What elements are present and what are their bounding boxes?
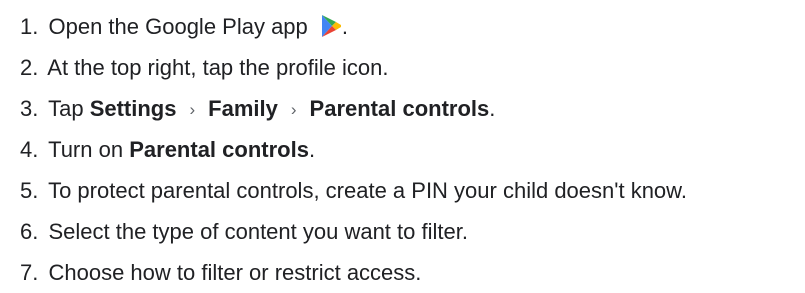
step-suffix: . [308,137,316,162]
step-number: 5. [20,178,39,203]
parental-controls-label: Parental controls [129,137,309,162]
step-text-end: . [341,14,349,39]
step-prefix: Turn on [48,137,124,162]
step-number: 1. [20,14,39,39]
parental-controls-path-item: Parental controls [309,96,490,121]
step-2: 2. At the top right, tap the profile ico… [20,47,805,88]
chevron-right-icon: › [290,100,297,119]
step-1: 1. Open the Google Play app . [20,6,805,47]
step-text: To protect parental controls, create a P… [48,178,687,203]
step-4: 4. Turn on Parental controls. [20,129,805,170]
step-text: Choose how to filter or restrict access. [48,260,422,285]
step-number: 4. [20,137,39,162]
step-number: 6. [20,219,39,244]
step-7: 7. Choose how to filter or restrict acce… [20,252,805,293]
step-3: 3. Tap Settings › Family › Parental controls… [20,88,805,129]
step-number: 2. [20,55,39,80]
step-number: 7. [20,260,39,285]
chevron-right-icon: › [189,100,196,119]
step-5: 5. To protect parental controls, create … [20,170,805,211]
step-text: At the top right, tap the profile icon. [47,55,389,80]
instructions-list: 1. Open the Google Play app . 2. At the … [20,6,805,293]
settings-path-item: Settings [89,96,177,121]
google-play-icon [320,14,342,38]
step-6: 6. Select the type of content you want t… [20,211,805,252]
step-text: Select the type of content you want to f… [48,219,468,244]
step-text: Open the Google Play app [48,14,308,39]
step-suffix: . [489,96,496,121]
family-path-item: Family [208,96,278,121]
step-prefix: Tap [48,96,84,121]
step-number: 3. [20,96,39,121]
